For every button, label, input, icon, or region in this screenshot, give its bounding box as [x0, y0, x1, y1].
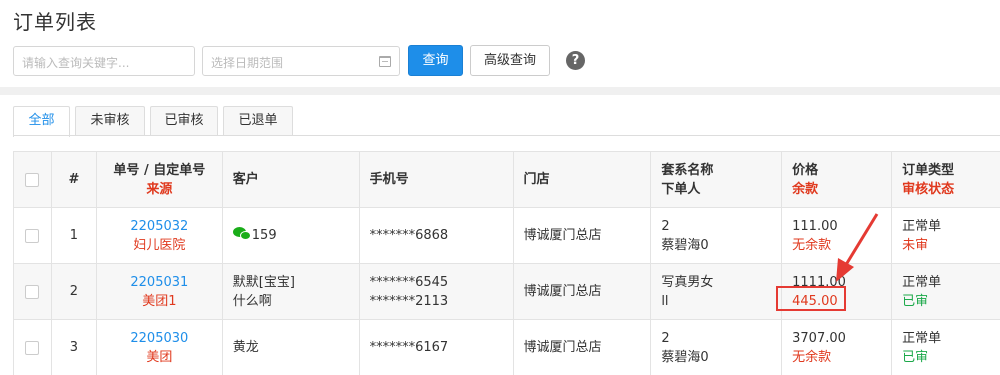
header-price-label: 价格	[792, 162, 819, 178]
order-creator: 蔡碧海0	[661, 237, 709, 253]
tab-refunded[interactable]: 已退单	[223, 106, 293, 136]
header-store: 门店	[512, 151, 652, 208]
order-source: 美团	[146, 349, 173, 365]
header-order-type: 订单类型 审核状态	[891, 151, 1000, 208]
order-no-cell: 2205031 美团1	[95, 263, 223, 320]
row-index: 3	[50, 319, 97, 375]
store-cell: 博诚厦门总店	[512, 263, 652, 320]
header-index: #	[50, 151, 97, 208]
page-header: 订单列表 请输入查询关键字... 选择日期范围 查询 高级查询 ?	[0, 0, 1000, 87]
table-row[interactable]: 3 2205030 美团 黄龙 *******6167 博诚厦门总店 2 蔡碧海…	[13, 319, 1000, 375]
row-index: 1	[50, 207, 97, 264]
package-name: 写真男女	[661, 274, 714, 290]
query-button[interactable]: 查询	[408, 45, 463, 76]
order-creator: 蔡碧海0	[661, 349, 709, 365]
row-checkbox[interactable]	[25, 228, 40, 243]
select-all-checkbox[interactable]	[25, 172, 40, 187]
header-balance-label: 余款	[792, 181, 819, 197]
price-value: 3707.00	[792, 330, 846, 346]
row-checkbox[interactable]	[25, 340, 40, 355]
order-type-value: 正常单	[902, 330, 942, 346]
help-icon[interactable]: ?	[566, 51, 585, 70]
order-no-cell: 2205032 妇儿医院	[95, 207, 223, 264]
header-creator-label: 下单人	[661, 181, 701, 197]
review-status: 未审	[902, 237, 929, 253]
order-type-cell: 正常单 未审	[891, 207, 1000, 264]
date-range-input[interactable]: 选择日期范围	[202, 46, 400, 76]
order-no-link[interactable]: 2205031	[97, 273, 222, 292]
header-price: 价格 余款	[781, 151, 893, 208]
page-title: 订单列表	[13, 10, 97, 34]
tab-all[interactable]: 全部	[13, 106, 70, 137]
customer-name-secondary: 什么啊	[232, 293, 272, 309]
header-source-label: 来源	[146, 181, 173, 197]
package-cell: 2 蔡碧海0	[650, 319, 783, 375]
advanced-query-button[interactable]: 高级查询	[470, 45, 550, 76]
package-name: 2	[661, 218, 670, 234]
order-no-cell: 2205030 美团	[95, 319, 223, 375]
review-status: 已审	[902, 349, 929, 365]
review-status: 已审	[902, 293, 929, 309]
customer-cell: 159	[221, 207, 360, 264]
calendar-icon[interactable]	[379, 56, 391, 67]
table-header-row: # 单号 / 自定单号 来源 客户 手机号 门店 套系名称 下单人 价格 余款 …	[13, 151, 1000, 208]
header-order-type-label: 订单类型	[902, 162, 955, 178]
order-type-value: 正常单	[902, 274, 942, 290]
phone-cell: *******6868	[358, 207, 514, 264]
store-cell: 博诚厦门总店	[512, 319, 652, 375]
status-tabs: 全部 未审核 已审核 已退单	[13, 106, 298, 137]
header-phone: 手机号	[358, 151, 514, 208]
wechat-icon	[232, 227, 252, 240]
customer-name: 159	[251, 228, 277, 243]
row-select-cell	[13, 319, 52, 375]
annotation-arrow-icon	[836, 213, 879, 282]
row-select-cell	[13, 207, 52, 264]
row-checkbox[interactable]	[25, 284, 40, 299]
customer-name: 默默[宝宝]	[232, 274, 295, 290]
order-no-link[interactable]: 2205032	[97, 217, 222, 236]
header-package-label: 套系名称	[661, 162, 714, 178]
price-cell: 3707.00 无余款	[781, 319, 893, 375]
header-select-all	[13, 151, 52, 208]
order-source: 妇儿医院	[133, 237, 186, 253]
phone-cell: *******6545 *******2113	[358, 263, 514, 320]
header-customer: 客户	[221, 151, 360, 208]
tab-unreviewed[interactable]: 未审核	[75, 106, 145, 136]
tab-reviewed[interactable]: 已审核	[150, 106, 218, 136]
keyword-search-input[interactable]: 请输入查询关键字...	[13, 46, 195, 76]
order-no-link[interactable]: 2205030	[97, 329, 222, 348]
order-type-value: 正常单	[902, 218, 942, 234]
balance-value: 无余款	[792, 349, 832, 365]
row-index: 2	[50, 263, 97, 320]
package-cell: 2 蔡碧海0	[650, 207, 783, 264]
order-type-cell: 正常单 已审	[891, 263, 1000, 320]
order-creator: ll	[661, 293, 669, 309]
header-order-no: 单号 / 自定单号 来源	[95, 151, 223, 208]
phone-primary: *******6545	[369, 274, 449, 290]
package-cell: 写真男女 ll	[650, 263, 783, 320]
package-name: 2	[661, 330, 670, 346]
order-type-cell: 正常单 已审	[891, 319, 1000, 375]
order-source: 美团1	[142, 293, 177, 309]
header-review-status-label: 审核状态	[902, 181, 955, 197]
phone-secondary: *******2113	[369, 293, 449, 309]
date-range-placeholder: 选择日期范围	[211, 56, 284, 70]
annotation-highlight-box	[776, 286, 846, 311]
header-package: 套系名称 下单人	[650, 151, 783, 208]
store-cell: 博诚厦门总店	[512, 207, 652, 264]
customer-cell: 默默[宝宝] 什么啊	[221, 263, 360, 320]
header-order-no-label: 单号 / 自定单号	[113, 162, 206, 178]
row-select-cell	[13, 263, 52, 320]
phone-cell: *******6167	[358, 319, 514, 375]
tab-divider	[13, 135, 1000, 136]
customer-cell: 黄龙	[221, 319, 360, 375]
